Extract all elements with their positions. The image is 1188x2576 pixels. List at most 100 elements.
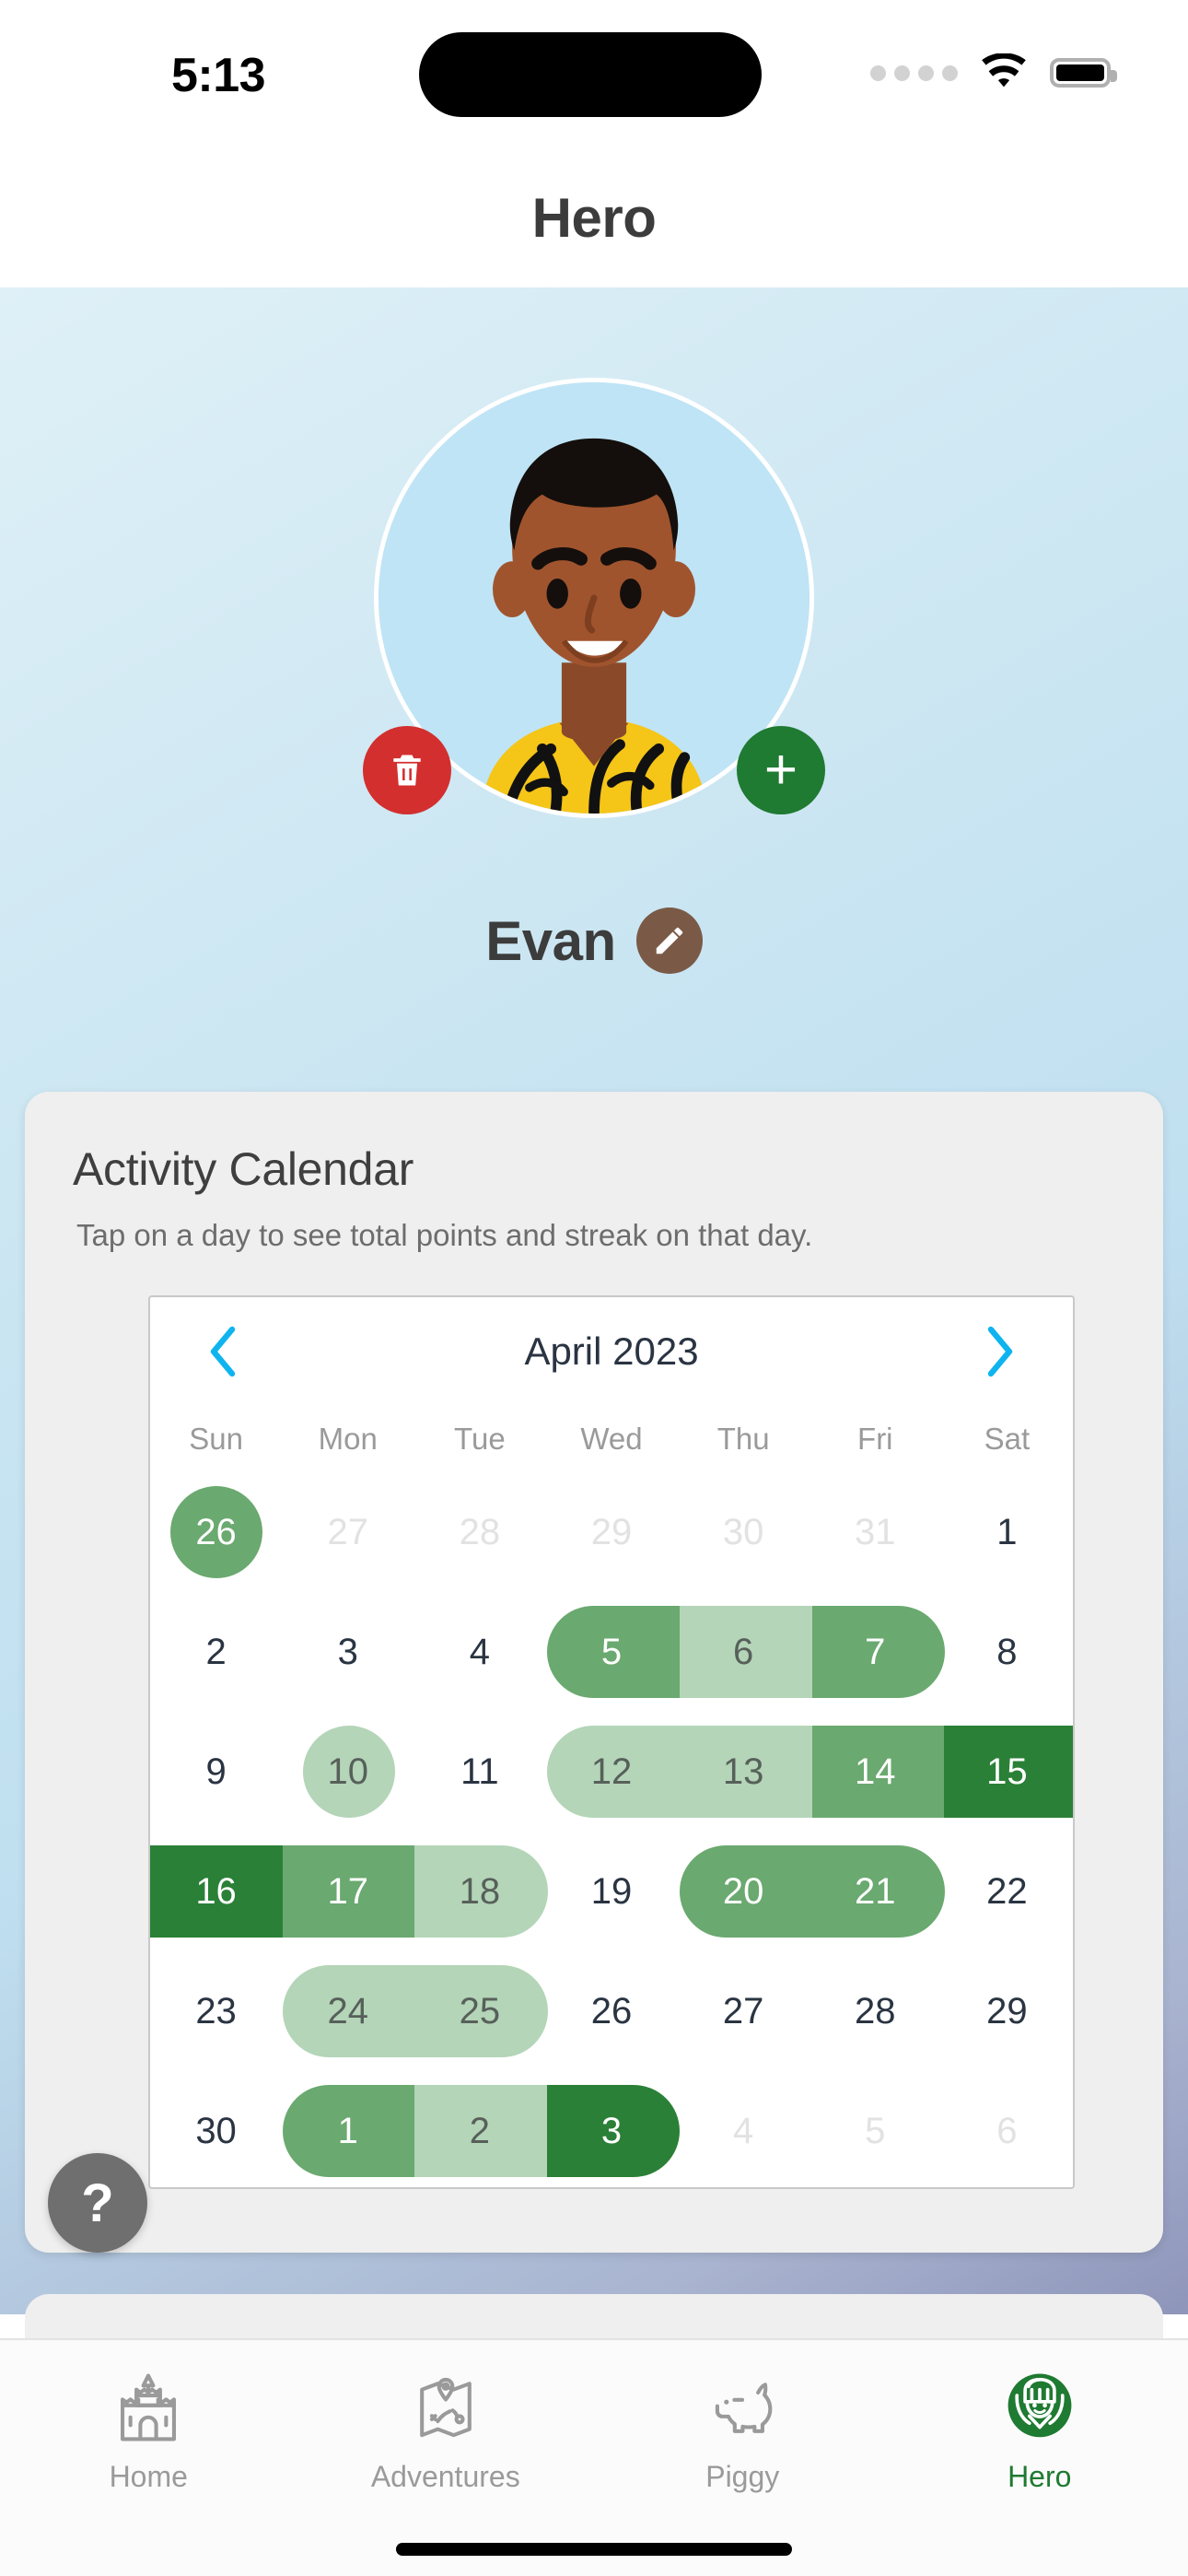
calendar-day[interactable]: 27 bbox=[282, 1472, 413, 1592]
add-hero-button[interactable]: + bbox=[737, 726, 825, 814]
page-header: Hero bbox=[0, 147, 1188, 287]
calendar-day[interactable]: 21 bbox=[809, 1832, 941, 1951]
calendar-weekday-tue: Tue bbox=[454, 1422, 506, 1456]
activity-calendar-subtitle: Tap on a day to see total points and str… bbox=[76, 1218, 813, 1252]
calendar-day[interactable]: 30 bbox=[150, 2071, 282, 2187]
calendar-weekday-sat: Sat bbox=[984, 1422, 1031, 1456]
calendar-day[interactable]: 5 bbox=[809, 2071, 941, 2187]
chevron-right-icon bbox=[987, 1326, 1013, 1377]
calendar-day[interactable]: 23 bbox=[150, 1951, 282, 2071]
tab-home-label: Home bbox=[109, 2460, 188, 2493]
page-title: Hero bbox=[531, 186, 657, 249]
calendar-weeks: 26 27 28 29 30 31 1 2 3 4 5 6 7 8 9 10 11 12 13 14 15 16 17 18 1… bbox=[150, 1472, 1073, 2187]
piggy-bank-icon bbox=[716, 2383, 773, 2433]
tab-piggy[interactable]: Piggy bbox=[594, 2340, 891, 2494]
calendar-day[interactable]: 6 bbox=[941, 2071, 1073, 2187]
pencil-icon bbox=[656, 927, 682, 954]
wifi-icon bbox=[982, 53, 1026, 88]
calendar-day[interactable]: 26 bbox=[545, 1951, 677, 2071]
calendar-week-row: 2345678 bbox=[150, 1592, 1073, 1712]
calendar-day[interactable]: 15 bbox=[941, 1712, 1073, 1832]
calendar-day[interactable]: 19 bbox=[545, 1832, 677, 1951]
activity-calendar-card: Activity Calendar Tap on a day to see to… bbox=[25, 1092, 1163, 2253]
calendar-day[interactable]: 18 bbox=[413, 1832, 545, 1951]
help-button[interactable]: ? bbox=[48, 2153, 147, 2253]
calendar-day[interactable]: 29 bbox=[545, 1472, 677, 1592]
battery-full-icon bbox=[1050, 58, 1117, 88]
calendar-day[interactable]: 29 bbox=[941, 1951, 1073, 2071]
calendar-day[interactable]: 4 bbox=[413, 1592, 545, 1712]
calendar-day[interactable]: 1 bbox=[941, 1472, 1073, 1592]
next-month-button[interactable] bbox=[972, 1318, 1029, 1385]
calendar-day[interactable]: 28 bbox=[809, 1951, 941, 2071]
calendar-day[interactable]: 7 bbox=[809, 1592, 941, 1712]
calendar-day[interactable]: 4 bbox=[678, 2071, 809, 2187]
calendar-week-row: 9 10 11 12 13 14 15 bbox=[150, 1712, 1073, 1832]
tab-hero[interactable]: Hero bbox=[891, 2340, 1188, 2494]
castle-icon bbox=[121, 2373, 177, 2441]
calendar-month-label: April 2023 bbox=[524, 1329, 699, 1373]
dynamic-island bbox=[419, 32, 762, 117]
calendar-day[interactable]: 20 bbox=[678, 1832, 809, 1951]
calendar-day[interactable]: 24 bbox=[282, 1951, 413, 2071]
tab-piggy-label: Piggy bbox=[705, 2460, 780, 2493]
calendar-header: April 2023 bbox=[150, 1297, 1073, 1406]
calendar-day[interactable]: 9 bbox=[150, 1712, 282, 1832]
calendar-day[interactable]: 3 bbox=[282, 1592, 413, 1712]
calendar-day[interactable]: 8 bbox=[941, 1592, 1073, 1712]
edit-name-button[interactable] bbox=[635, 907, 703, 974]
calendar-day[interactable]: 30 bbox=[678, 1472, 809, 1592]
calendar-week-row: 30 1 2 3 4 5 6 bbox=[150, 2071, 1073, 2187]
calendar-weekday-thu: Thu bbox=[716, 1422, 770, 1456]
chevron-left-icon bbox=[210, 1326, 236, 1377]
avatar[interactable]: + bbox=[363, 378, 825, 818]
tab-adventures[interactable]: Adventures bbox=[297, 2340, 595, 2494]
calendar-weekday-wed: Wed bbox=[580, 1422, 643, 1456]
calendar-week-row: 26 27 28 29 30 31 1 bbox=[150, 1472, 1073, 1592]
tab-hero-label: Hero bbox=[1007, 2460, 1072, 2493]
calendar-day[interactable]: 16 bbox=[150, 1832, 282, 1951]
treasure-map-icon bbox=[419, 2377, 472, 2438]
tab-home[interactable]: Home bbox=[0, 2340, 297, 2494]
app-screen: 5:13 Hero + Evan Activity Calendar Tap o… bbox=[0, 0, 1188, 2576]
calendar-day[interactable]: 13 bbox=[678, 1712, 809, 1832]
calendar-day[interactable]: 31 bbox=[809, 1472, 941, 1592]
calendar-day[interactable]: 11 bbox=[413, 1712, 545, 1832]
calendar-day[interactable]: 5 bbox=[545, 1592, 677, 1712]
trash-icon bbox=[393, 755, 421, 786]
calendar-day[interactable]: 25 bbox=[413, 1951, 545, 2071]
hero-name: Evan bbox=[485, 909, 616, 972]
calendar-day[interactable]: 14 bbox=[809, 1712, 941, 1832]
status-bar-time: 5:13 bbox=[171, 49, 266, 102]
calendar-day[interactable]: 17 bbox=[282, 1832, 413, 1951]
calendar-week-row: 16 17 18 19 20 21 22 bbox=[150, 1832, 1073, 1951]
calendar-day[interactable]: 12 bbox=[545, 1712, 677, 1832]
tab-adventures-label: Adventures bbox=[370, 2460, 520, 2493]
cellular-dots-icon bbox=[870, 64, 958, 81]
calendar-day[interactable]: 28 bbox=[413, 1472, 545, 1592]
home-indicator bbox=[396, 2543, 792, 2556]
calendar-day[interactable]: 3 bbox=[545, 2071, 677, 2187]
calendar-day[interactable]: 22 bbox=[941, 1832, 1073, 1951]
calendar-day[interactable]: 26 bbox=[150, 1472, 282, 1592]
calendar-day[interactable]: 2 bbox=[413, 2071, 545, 2187]
knight-helmet-icon bbox=[1007, 2373, 1072, 2438]
calendar-weekday-mon: Mon bbox=[318, 1422, 378, 1456]
bottom-tab-bar: Home Adventures Piggy Hero bbox=[0, 2338, 1188, 2576]
calendar-weekday-header: Sun Mon Tue Wed Thu Fri Sat bbox=[150, 1406, 1073, 1472]
calendar-day[interactable]: 1 bbox=[282, 2071, 413, 2187]
calendar-day[interactable]: 2 bbox=[150, 1592, 282, 1712]
calendar-weekday-fri: Fri bbox=[857, 1422, 893, 1456]
plus-icon: + bbox=[763, 738, 798, 802]
calendar-widget: April 2023 Sun Mon Tue Wed Thu Fri Sat 26 27 28 2… bbox=[148, 1295, 1075, 2189]
status-bar: 5:13 bbox=[0, 0, 1188, 147]
calendar-weekday-sun: Sun bbox=[189, 1422, 243, 1456]
delete-hero-button[interactable] bbox=[363, 726, 451, 814]
activity-calendar-title: Activity Calendar bbox=[73, 1143, 414, 1195]
status-bar-indicators bbox=[870, 53, 1117, 92]
calendar-day[interactable]: 10 bbox=[282, 1712, 413, 1832]
prev-month-button[interactable] bbox=[194, 1318, 251, 1385]
calendar-day[interactable]: 6 bbox=[678, 1592, 809, 1712]
hero-name-row: Evan bbox=[0, 907, 1188, 974]
calendar-day[interactable]: 27 bbox=[678, 1951, 809, 2071]
